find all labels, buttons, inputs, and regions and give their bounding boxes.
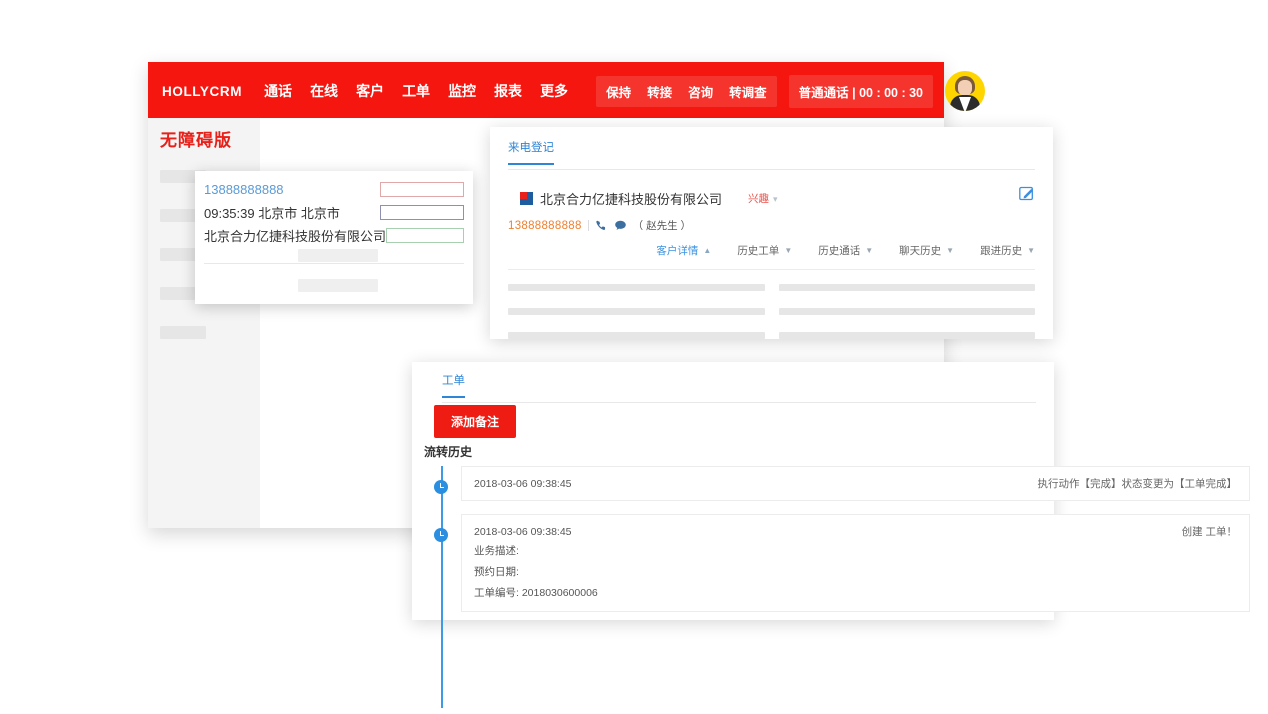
timeline-entry-box: 2018-03-06 09:38:45 创建 工单！ 业务描述: 预约日期: 工…	[461, 514, 1250, 612]
skeleton-column	[508, 270, 765, 339]
chevron-down-icon: ▾	[773, 194, 778, 204]
edit-pencil-icon[interactable]	[1019, 185, 1035, 201]
nav-item-customers[interactable]: 客户	[356, 81, 384, 101]
popup-row-time-location: 09:35:39 北京市 北京市	[204, 201, 464, 224]
chevron-down-icon: ▼	[946, 245, 955, 255]
skeleton-bar	[778, 284, 1035, 291]
skeleton-bar	[778, 308, 1035, 315]
accessible-version-label: 无障碍版	[160, 131, 232, 150]
popup-input-1[interactable]	[380, 182, 464, 197]
popup-row-company: 北京合力亿捷科技股份有限公司	[204, 224, 464, 247]
timeline-entry: 2018-03-06 09:38:45 执行动作【完成】状态变更为【工单完成】	[434, 466, 1250, 501]
tab-chat-history[interactable]: 聊天历史 ▼	[899, 243, 954, 258]
skeleton-bar	[778, 332, 1035, 339]
flow-history-title: 流转历史	[424, 445, 473, 459]
popup-phone-number: 13888888888	[204, 182, 284, 197]
user-avatar-icon[interactable]	[945, 71, 985, 111]
skeleton-bar	[508, 284, 765, 291]
popup-row-phone: 13888888888	[204, 178, 464, 201]
popup-input-3[interactable]	[386, 228, 464, 243]
timeline-entry: 2018-03-06 09:38:45 创建 工单！ 业务描述: 预约日期: 工…	[434, 514, 1250, 612]
sidebar-placeholder	[160, 326, 206, 339]
timeline-entry-head: 2018-03-06 09:38:45 创建 工单！	[474, 524, 1237, 539]
company-logo-icon	[520, 192, 533, 205]
popup-input-2[interactable]	[380, 205, 464, 220]
tab-incoming-call-log[interactable]: 来电登记	[508, 139, 554, 165]
timeline-detail-appointment-date: 预约日期:	[474, 566, 519, 578]
app-logo: HOLLYCRM	[162, 83, 243, 99]
transfer-button[interactable]: 转接	[647, 82, 672, 101]
popup-time-location: 09:35:39 北京市 北京市	[204, 206, 340, 221]
nav-item-more[interactable]: 更多	[540, 81, 568, 101]
tab-customer-details[interactable]: 客户详情 ▲	[656, 243, 711, 258]
timeline-entry-box: 2018-03-06 09:38:45 执行动作【完成】状态变更为【工单完成】	[461, 466, 1250, 501]
popup-placeholder	[298, 279, 378, 292]
chevron-down-icon: ▼	[784, 245, 793, 255]
nav-item-work-orders[interactable]: 工单	[402, 81, 430, 101]
clock-icon	[434, 480, 448, 494]
call-status-timer: 普通通话 | 00 : 00 : 30	[788, 74, 933, 108]
nav-item-monitoring[interactable]: 监控	[448, 81, 476, 101]
call-action-group: 保持 转接 咨询 转调查	[596, 75, 777, 107]
customer-detail-tabs: 客户详情 ▲ 历史工单 ▼ 历史通话 ▼ 聊天历史 ▼ 跟进历史 ▼	[508, 243, 1035, 270]
customer-phone-row: 13888888888 （ 赵先生 ）	[508, 218, 691, 233]
popup-company-name: 北京合力亿捷科技股份有限公司	[204, 229, 387, 244]
transfer-survey-button[interactable]: 转调查	[729, 82, 767, 101]
timeline-rail	[441, 466, 443, 708]
flow-history-timeline: 2018-03-06 09:38:45 执行动作【完成】状态变更为【工单完成】 …	[429, 466, 1250, 708]
customer-company-row: 北京合力亿捷科技股份有限公司 兴趣 ▾	[520, 189, 778, 208]
incoming-call-popup-card: 13888888888 09:35:39 北京市 北京市 北京合力亿捷科技股份有…	[195, 171, 473, 304]
call-card-tabbar: 来电登记	[508, 139, 1035, 170]
tab-history-work-orders[interactable]: 历史工单 ▼	[737, 243, 792, 258]
skeleton-bar	[508, 332, 765, 339]
skeleton-bar	[508, 308, 765, 315]
timeline-detail-order-number: 工单编号: 2018030600006	[474, 587, 598, 599]
top-navigation-bar: HOLLYCRM 通话 在线 客户 工单 监控 报表 更多 保持 转接 咨询 转…	[148, 62, 985, 120]
tab-follow-up-history[interactable]: 跟进历史 ▼	[980, 243, 1035, 258]
consult-button[interactable]: 咨询	[688, 82, 713, 101]
timeline-entry-head: 2018-03-06 09:38:45 执行动作【完成】状态变更为【工单完成】	[474, 476, 1237, 491]
timeline-action: 执行动作【完成】状态变更为【工单完成】	[1037, 478, 1238, 490]
work-order-tabbar: 工单	[442, 372, 1036, 403]
customer-details-skeleton	[508, 270, 1035, 339]
nav-item-online[interactable]: 在线	[310, 81, 338, 101]
nav-item-calls[interactable]: 通话	[264, 81, 292, 101]
active-tab-notch	[1170, 268, 1180, 273]
contact-person-name: （ 赵先生 ）	[632, 220, 691, 232]
call-registration-card: 来电登记 北京合力亿捷科技股份有限公司 兴趣▾ 13888888888 （ 赵	[490, 127, 1180, 339]
hold-button[interactable]: 保持	[606, 82, 631, 101]
divider	[587, 220, 589, 231]
customer-phone-number: 13888888888	[508, 219, 582, 232]
popup-placeholder	[298, 249, 378, 262]
customer-company-name: 北京合力亿捷科技股份有限公司	[540, 192, 723, 207]
tab-history-calls[interactable]: 历史通话 ▼	[818, 243, 873, 258]
chevron-down-icon: ▼	[1027, 245, 1035, 255]
nav-item-reports[interactable]: 报表	[494, 81, 522, 101]
chevron-down-icon: ▼	[865, 245, 874, 255]
tab-work-order[interactable]: 工单	[442, 372, 465, 398]
timeline-detail-business: 业务描述:	[474, 545, 519, 557]
timeline-date: 2018-03-06 09:38:45	[474, 478, 572, 490]
timeline-action: 创建 工单！	[1181, 526, 1237, 538]
skeleton-column	[778, 270, 1035, 339]
chat-bubble-icon[interactable]	[614, 219, 627, 232]
popup-divider	[204, 263, 464, 264]
popup-rows: 13888888888 09:35:39 北京市 北京市 北京合力亿捷科技股份有…	[204, 178, 464, 247]
clock-icon	[434, 528, 448, 542]
chevron-up-icon: ▲	[703, 245, 712, 255]
phone-icon[interactable]	[595, 219, 608, 232]
interest-status-badge[interactable]: 兴趣 ▾	[748, 191, 778, 206]
timeline-date: 2018-03-06 09:38:45	[474, 526, 572, 538]
add-note-button[interactable]: 添加备注	[434, 405, 517, 438]
